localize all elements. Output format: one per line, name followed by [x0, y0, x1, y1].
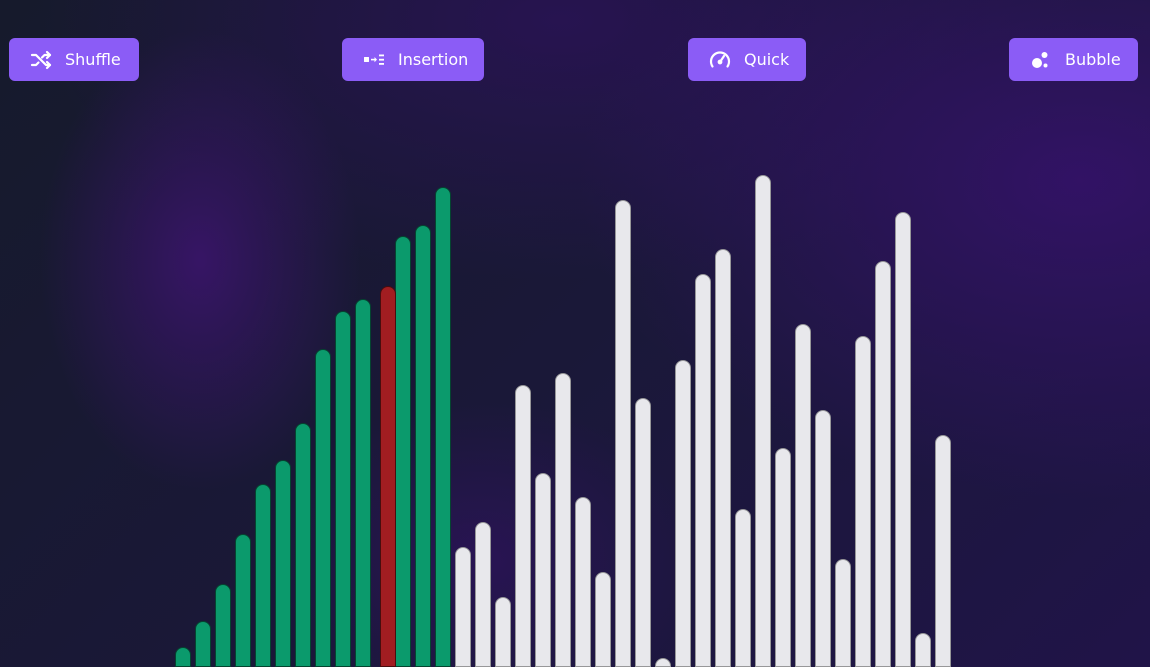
bar-unsorted: [835, 559, 851, 667]
bar-unsorted: [875, 261, 891, 667]
bar-sorted: [215, 584, 231, 667]
bar-unsorted: [515, 385, 531, 667]
bar-sorted: [335, 311, 351, 667]
bar-unsorted: [595, 572, 611, 667]
toolbar: Shuffle Insertion Quick Bubble: [0, 0, 1150, 100]
bar-sorted: [275, 460, 291, 667]
bar-unsorted: [735, 509, 751, 667]
insertion-icon: [362, 48, 386, 72]
bar-sorted: [195, 621, 211, 667]
bar-unsorted: [495, 597, 511, 667]
quick-button[interactable]: Quick: [688, 38, 806, 81]
bar-active: [380, 286, 396, 667]
bar-unsorted: [475, 522, 491, 667]
bar-unsorted: [895, 212, 911, 667]
bar-unsorted: [555, 373, 571, 667]
bar-unsorted: [715, 249, 731, 667]
bar-sorted: [295, 423, 311, 667]
sort-visualizer: [0, 0, 1150, 667]
bar-unsorted: [535, 473, 551, 667]
bubbles-icon: [1029, 48, 1053, 72]
bubble-button-label: Bubble: [1065, 50, 1121, 69]
bar-unsorted: [575, 497, 591, 667]
shuffle-button[interactable]: Shuffle: [9, 38, 139, 81]
bar-unsorted: [795, 324, 811, 667]
bar-sorted: [415, 225, 431, 667]
insertion-button-label: Insertion: [398, 50, 469, 69]
bar-unsorted: [815, 410, 831, 667]
bar-unsorted: [655, 658, 671, 667]
insertion-button[interactable]: Insertion: [342, 38, 484, 81]
bar-unsorted: [455, 547, 471, 667]
quick-button-label: Quick: [744, 50, 790, 69]
bar-unsorted: [775, 448, 791, 667]
bar-unsorted: [675, 360, 691, 667]
bar-sorted: [175, 647, 191, 667]
bubble-button[interactable]: Bubble: [1009, 38, 1138, 81]
bar-sorted: [235, 534, 251, 667]
bar-unsorted: [635, 398, 651, 667]
bar-unsorted: [615, 200, 631, 667]
bar-unsorted: [855, 336, 871, 667]
bar-sorted: [315, 349, 331, 667]
bar-sorted: [395, 236, 411, 667]
bar-active: [395, 607, 411, 667]
bar-unsorted: [755, 175, 771, 667]
bar-unsorted: [695, 274, 711, 667]
bar-sorted: [435, 187, 451, 667]
shuffle-icon: [29, 48, 53, 72]
bar-unsorted: [935, 435, 951, 667]
bar-sorted: [355, 299, 371, 667]
bar-sorted: [255, 484, 271, 667]
shuffle-button-label: Shuffle: [65, 50, 121, 69]
speedometer-icon: [708, 48, 732, 72]
bar-unsorted: [915, 633, 931, 667]
